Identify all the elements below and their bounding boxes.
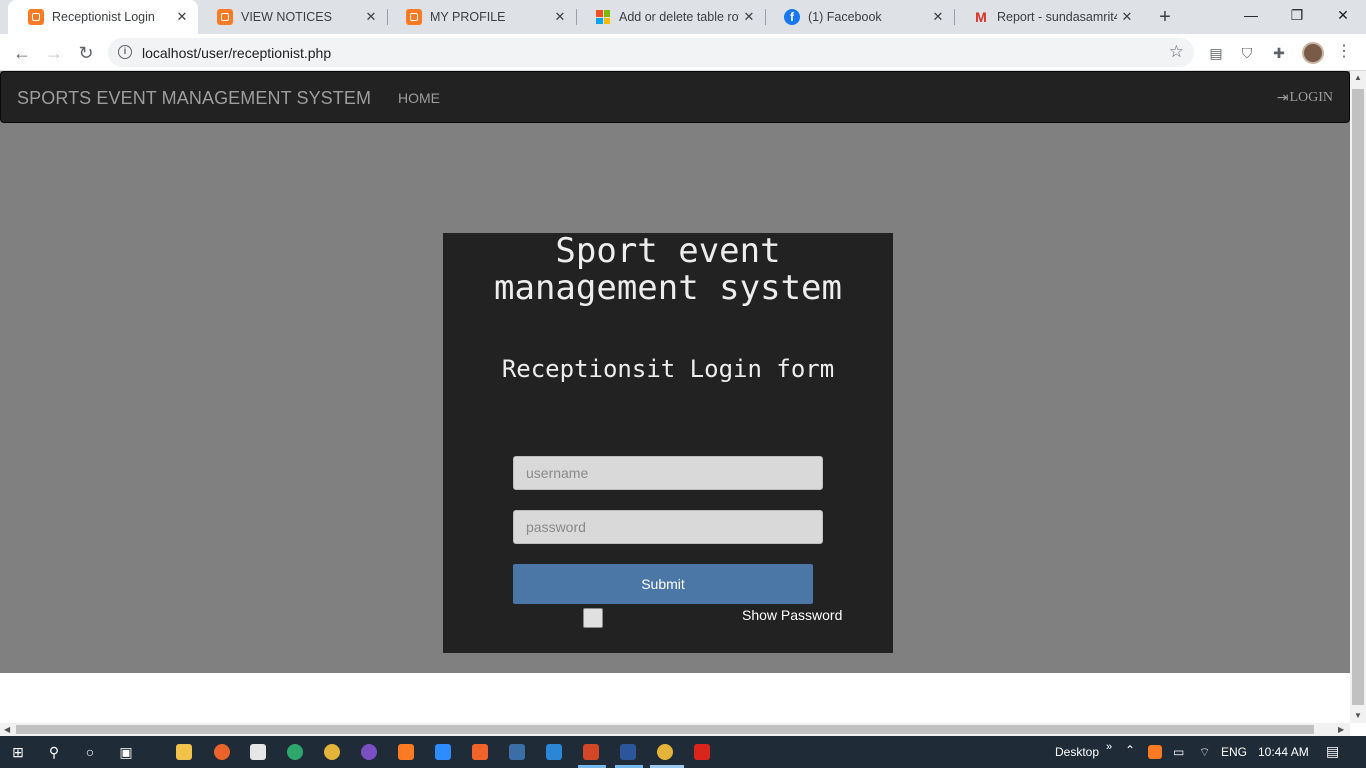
- zoom-icon[interactable]: [435, 744, 451, 760]
- language-indicator[interactable]: ENG: [1221, 745, 1247, 759]
- scroll-down-icon[interactable]: ▼: [1350, 711, 1366, 720]
- notification-icon[interactable]: ▤: [1326, 743, 1339, 760]
- clock[interactable]: 10:44 AM: [1258, 745, 1309, 759]
- git-icon[interactable]: [472, 744, 488, 760]
- extension-icon[interactable]: ▤: [1206, 43, 1226, 63]
- shield-icon[interactable]: ⛉: [1237, 43, 1257, 63]
- nav-login-link[interactable]: ⇥ LOGIN: [1277, 90, 1333, 106]
- new-tab-icon[interactable]: +: [1155, 6, 1175, 28]
- close-tab-icon[interactable]: ✕: [172, 9, 192, 25]
- xampp-icon: [28, 9, 44, 25]
- submit-button[interactable]: Submit: [513, 564, 813, 604]
- word-icon[interactable]: [620, 744, 636, 760]
- horizontal-scrollbar[interactable]: ◀ ▶: [0, 723, 1350, 736]
- scroll-left-icon[interactable]: ◀: [4, 723, 10, 736]
- acrobat-icon[interactable]: [694, 744, 710, 760]
- horizontal-scroll-thumb[interactable]: [16, 725, 1314, 734]
- store-icon[interactable]: [250, 744, 266, 760]
- address-bar[interactable]: i localhost/user/receptionist.php ☆: [108, 38, 1194, 67]
- site-navbar: SPORTS EVENT MANAGEMENT SYSTEM HOME ⇥ LO…: [0, 71, 1350, 123]
- reload-icon[interactable]: ↻: [74, 41, 98, 65]
- chevron-double-icon[interactable]: »: [1106, 741, 1112, 753]
- extensions-puzzle-icon[interactable]: ✚: [1269, 43, 1289, 63]
- chrome-icon[interactable]: [324, 744, 340, 760]
- form-title: Sport event management system: [494, 231, 842, 308]
- login-icon: ⇥: [1276, 90, 1289, 106]
- navbar-brand[interactable]: SPORTS EVENT MANAGEMENT SYSTEM: [17, 88, 371, 109]
- tray-expand-icon[interactable]: ⌃: [1125, 743, 1135, 757]
- password-input[interactable]: password: [513, 510, 823, 544]
- minimize-icon[interactable]: —: [1228, 0, 1274, 30]
- task-view-icon[interactable]: ▣: [116, 742, 136, 762]
- wifi-icon[interactable]: ⌔: [1199, 745, 1210, 760]
- vertical-scroll-thumb[interactable]: [1352, 89, 1364, 705]
- windows-taskbar: ⊞ ⚲ ○ ▣ Desktop » ⌃ ▭ ⌔ ENG 10:44 AM ▤: [0, 736, 1366, 768]
- scroll-up-icon[interactable]: ▲: [1350, 73, 1366, 82]
- viber-icon[interactable]: [361, 744, 377, 760]
- tab-view-notices[interactable]: VIEW NOTICES ✕: [197, 0, 387, 34]
- tab-title: Receptionist Login: [52, 10, 155, 24]
- profile-avatar[interactable]: [1302, 42, 1324, 64]
- facebook-icon: f: [784, 9, 800, 25]
- restore-icon[interactable]: ❐: [1274, 0, 1320, 30]
- back-icon[interactable]: ←: [10, 41, 34, 65]
- username-input[interactable]: username: [513, 456, 823, 490]
- close-tab-icon[interactable]: ✕: [361, 9, 381, 25]
- nav-home-link[interactable]: HOME: [398, 90, 440, 106]
- microsoft-icon: [595, 9, 611, 25]
- chrome-icon[interactable]: [657, 744, 673, 760]
- search-icon[interactable]: ⚲: [44, 742, 64, 762]
- xampp-icon[interactable]: [398, 744, 414, 760]
- vertical-scrollbar[interactable]: ▲ ▼: [1350, 71, 1366, 723]
- tab-my-profile[interactable]: MY PROFILE ✕: [386, 0, 576, 34]
- close-tab-icon[interactable]: ✕: [1117, 9, 1137, 25]
- close-tab-icon[interactable]: ✕: [928, 9, 948, 25]
- page-viewport: SPORTS EVENT MANAGEMENT SYSTEM HOME ⇥ LO…: [0, 71, 1350, 723]
- tab-gmail-report[interactable]: M Report - sundasamrit40 ✕: [953, 0, 1143, 34]
- vscode-icon[interactable]: [546, 744, 562, 760]
- file-explorer-icon[interactable]: [176, 744, 192, 760]
- tab-receptionist-login[interactable]: Receptionist Login ✕: [8, 0, 198, 34]
- battery-icon[interactable]: ▭: [1173, 745, 1184, 759]
- tab-title: (1) Facebook: [808, 10, 882, 24]
- app-icon[interactable]: [214, 744, 230, 760]
- close-tab-icon[interactable]: ✕: [739, 9, 759, 25]
- browser-tab-strip: Receptionist Login ✕ VIEW NOTICES ✕ MY P…: [0, 0, 1366, 34]
- xampp-tray-icon[interactable]: [1148, 745, 1162, 759]
- bookmark-star-icon[interactable]: ☆: [1169, 42, 1184, 62]
- tab-title: Add or delete table row: [619, 10, 739, 24]
- edge-icon[interactable]: [287, 744, 303, 760]
- nav-login-label: LOGIN: [1289, 90, 1333, 105]
- xampp-icon: [406, 9, 422, 25]
- show-password-label: Show Password: [742, 607, 843, 623]
- show-password-checkbox[interactable]: [583, 608, 603, 628]
- tab-facebook[interactable]: f (1) Facebook ✕: [764, 0, 954, 34]
- app-icon[interactable]: [509, 744, 525, 760]
- tab-title: MY PROFILE: [430, 10, 506, 24]
- form-subtitle: Receptionsit Login form: [501, 355, 835, 383]
- gmail-icon: M: [975, 9, 987, 25]
- tab-add-delete-table-row[interactable]: Add or delete table row ✕: [575, 0, 765, 34]
- browser-menu-icon[interactable]: ⋮: [1336, 42, 1352, 62]
- windows-start-icon[interactable]: ⊞: [8, 742, 28, 762]
- cortana-icon[interactable]: ○: [80, 742, 100, 762]
- close-window-icon[interactable]: ✕: [1320, 0, 1366, 30]
- browser-toolbar: ← → ↻ i localhost/user/receptionist.php …: [0, 34, 1366, 71]
- desktop-toolbar-label[interactable]: Desktop: [1055, 745, 1099, 759]
- close-tab-icon[interactable]: ✕: [550, 9, 570, 25]
- url-text: localhost/user/receptionist.php: [142, 45, 332, 61]
- login-panel: Sport event management system Receptions…: [443, 233, 893, 653]
- xampp-icon: [217, 9, 233, 25]
- tab-title: Report - sundasamrit40: [997, 10, 1117, 24]
- scroll-right-icon[interactable]: ▶: [1338, 723, 1344, 736]
- site-info-icon[interactable]: i: [118, 45, 132, 59]
- forward-icon[interactable]: →: [42, 41, 66, 65]
- tab-title: VIEW NOTICES: [241, 10, 332, 24]
- powerpoint-icon[interactable]: [583, 744, 599, 760]
